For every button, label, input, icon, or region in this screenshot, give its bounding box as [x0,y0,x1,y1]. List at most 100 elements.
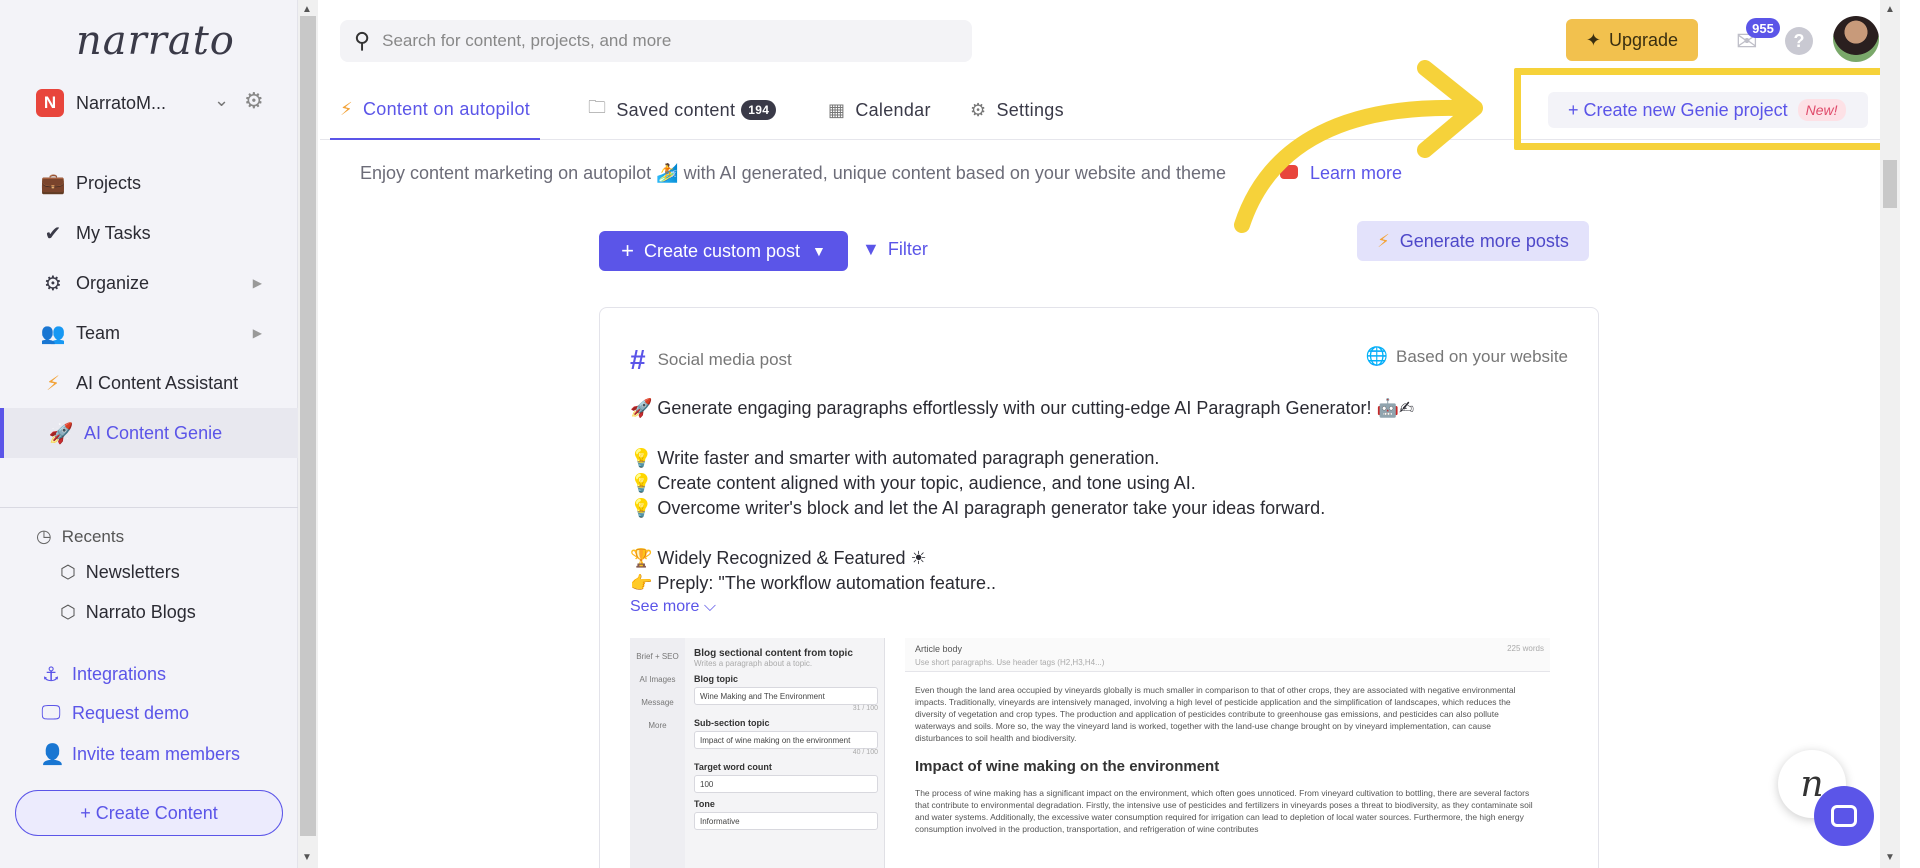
sidebar-item-label: My Tasks [76,222,151,243]
tab-label: Content on autopilot [362,98,531,119]
workspace-badge: N [36,89,64,117]
search-bar[interactable]: ⚲ [340,20,972,62]
link-label: Invite team members [72,744,241,764]
user-plus-icon: 👤 [40,744,65,766]
filter-icon: ▼ [862,239,880,259]
rail-item: More [648,721,667,730]
scroll-up-icon[interactable]: ▲ [302,4,312,15]
bolt-icon: ⚡ [45,372,61,395]
scrollbar-thumb[interactable] [1883,160,1897,208]
avatar[interactable] [1833,16,1879,62]
rail-item: Message [641,698,674,707]
post-line: 💡 Write faster and smarter with automate… [630,448,1160,468]
team-icon: 👥 [40,322,66,345]
create-content-button[interactable]: + Create Content [15,790,283,836]
invite-team-members-link[interactable]: 👤 Invite team members [40,742,240,767]
rail-item: AI Images [639,675,676,684]
recent-item-label: Newsletters [85,562,180,582]
preview-field-value: Informative [694,812,878,830]
preview-form-title: Blog sectional content from topic [694,648,853,659]
preview-field-value: 100 [694,775,878,793]
preview-article: Article body Use short paragraphs. Use h… [905,638,1550,868]
sidebar-divider [0,507,298,508]
preview-word-count: 225 words [1507,644,1544,653]
sidebar-item-my-tasks[interactable]: ✔ My Tasks [0,208,298,258]
recent-item-newsletters[interactable]: ⬡ Newsletters [60,562,180,583]
sidebar-item-ai-content-genie[interactable]: 🚀 AI Content Genie [0,408,298,458]
recent-item-narrato-blogs[interactable]: ⬡ Narrato Blogs [60,602,196,623]
highlight-box [1514,68,1894,150]
rail-item: Brief + SEO [636,652,679,661]
preview-form-sub: Writes a paragraph about a topic. [694,659,813,668]
link-label: Integrations [72,664,167,684]
upgrade-button[interactable]: ✦ Upgrade [1566,19,1698,61]
search-input[interactable] [382,31,943,51]
hashtag-icon: # [630,344,646,375]
scrollbar-thumb[interactable] [300,16,316,836]
request-demo-link[interactable]: 🖵 Request demo [40,702,189,725]
integrations-link[interactable]: ⚓ Integrations [40,662,166,687]
gear-icon[interactable]: ⚙ [244,88,264,114]
sidebar-scrollbar[interactable]: ▲ ▼ [298,0,318,868]
chat-button[interactable] [1814,786,1874,846]
post-body: 🚀 Generate engaging paragraphs effortles… [630,396,1570,596]
help-icon[interactable]: ? [1785,27,1813,55]
plus-icon: + [621,238,634,263]
post-image-preview: Brief + SEO AI Images Message More Blog … [630,638,1550,868]
post-line: 👉 Preply: "The workflow automation featu… [630,573,996,593]
bolt-icon: ⚡ [1377,230,1390,251]
workspace-switcher[interactable]: N NarratoM... ⌄ ⚙ [36,88,276,118]
sidebar-item-ai-content-assistant[interactable]: ⚡ AI Content Assistant [0,358,298,408]
generate-more-posts-button[interactable]: ⚡ Generate more posts [1357,221,1589,261]
app-root: narrato N NarratoM... ⌄ ⚙ 💼 Projects ✔ M… [0,0,1920,868]
see-more-link[interactable]: See more ⌵ [630,598,716,616]
recents-title: Recents [61,526,125,546]
post-type: # Social media post [630,344,792,376]
cube-icon: ⬡ [60,562,76,582]
filter-button[interactable]: ▼ Filter [862,239,928,260]
tab-label: Saved content [616,99,736,120]
sidebar-item-projects[interactable]: 💼 Projects [0,158,298,208]
preview-field-count: 31 / 100 [852,705,878,712]
upgrade-label: Upgrade [1609,29,1679,50]
sidebar-item-label: Organize [76,272,150,293]
preview-heading: Impact of wine making on the environment [915,758,1220,775]
chevron-down-icon[interactable]: ⌄ [214,90,229,111]
tab-content-on-autopilot[interactable]: ⚡ Content on autopilot [330,80,541,140]
preview-paragraph: The process of wine making has a signifi… [915,788,1533,834]
tab-calendar[interactable]: ▦ Calendar [828,80,931,140]
tab-saved-content[interactable]: 🗀 Saved content 194 [588,80,777,140]
post-line: 💡 Create content aligned with your topic… [630,473,1196,493]
create-custom-post-button[interactable]: + Create custom post ▼ [599,231,848,271]
post-source-label: Based on your website [1396,346,1568,366]
post-card: # Social media post 🌐 Based on your webs… [599,307,1599,868]
narrato-logo[interactable]: narrato [76,18,235,64]
post-line: 🚀 Generate engaging paragraphs effortles… [630,398,1415,418]
sidebar: narrato N NarratoM... ⌄ ⚙ 💼 Projects ✔ M… [0,0,298,868]
search-icon: ⚲ [354,28,371,53]
post-line: 💡 Overcome writer's block and let the AI… [630,498,1326,518]
sidebar-item-label: Team [76,322,121,343]
sidebar-item-label: AI Content Genie [84,422,223,443]
preview-form: Blog sectional content from topic Writes… [694,644,878,830]
preview-article-bar: Article body Use short paragraphs. Use h… [905,638,1550,672]
briefcase-icon: 💼 [40,172,66,195]
scroll-down-icon[interactable]: ▼ [1885,852,1895,863]
tab-settings[interactable]: ⚙ Settings [970,80,1064,140]
double-check-icon: ✔ [44,222,62,245]
sidebar-item-team[interactable]: 👥 Team ▶ [0,308,298,358]
preview-article-title: Article body [915,644,963,654]
link-label: Request demo [72,703,190,723]
scroll-down-icon[interactable]: ▼ [302,852,312,863]
scroll-up-icon[interactable]: ▲ [1885,4,1895,15]
caret-right-icon: ▶ [252,276,262,290]
intro-text: Enjoy content marketing on autopilot 🏄 w… [360,163,1226,183]
main-scrollbar[interactable]: ▲ ▼ [1880,0,1900,868]
tab-label: Calendar [855,99,931,120]
preview-form-panel: Brief + SEO AI Images Message More Blog … [630,638,885,868]
post-type-label: Social media post [657,350,792,369]
preview-rail: Brief + SEO AI Images Message More [630,638,685,868]
preview-field-value: Wine Making and The Environment [694,687,878,705]
post-line [630,421,1570,446]
sidebar-item-organize[interactable]: ⚙ Organize ▶ [0,258,298,308]
